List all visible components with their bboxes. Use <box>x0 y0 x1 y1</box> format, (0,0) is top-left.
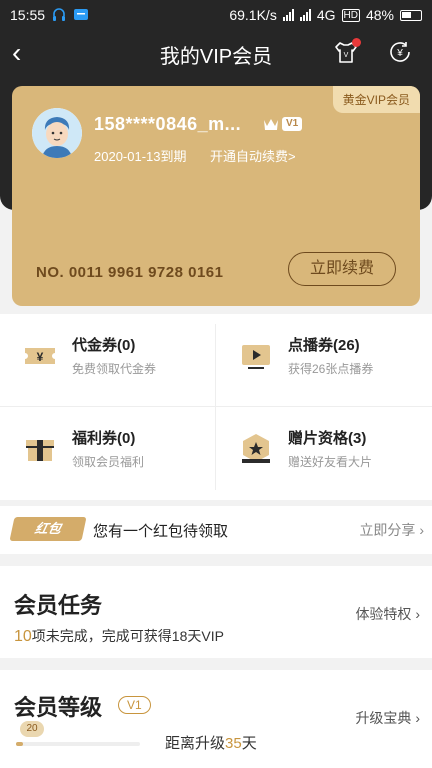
level-progress-fill <box>16 742 24 746</box>
gift-movie-icon <box>242 434 270 463</box>
distance-days: 35 <box>225 735 242 752</box>
benefits-grid: ¥ 代金券(0) 免费领取代金券 点播券(26) 获得26张点播券 福利券(0)… <box>0 314 432 500</box>
renew-button[interactable]: 立即续费 <box>288 252 396 286</box>
red-packet-tag: 红包 <box>9 517 87 541</box>
share-label: 立即分享 <box>359 522 416 538</box>
tasks-subtitle: 10项未完成，完成可获得18天VIP <box>14 626 224 646</box>
svg-text:V: V <box>344 52 349 59</box>
signal-icon <box>299 9 311 21</box>
benefit-title: 代金券(0) <box>72 337 136 354</box>
benefit-subtitle: 赠送好友看大片 <box>288 455 373 469</box>
level-tag: V1 <box>118 696 151 714</box>
voucher-icon: ¥ <box>25 348 55 364</box>
yuan-refresh-icon[interactable]: ¥ <box>386 38 414 66</box>
tasks-count: 10 <box>14 628 32 645</box>
level-label: V1 <box>282 117 303 131</box>
network-type: 4G <box>316 7 336 23</box>
hd-badge: HD <box>341 8 360 22</box>
card-number: NO. 0011 9961 9728 0161 <box>36 264 224 281</box>
benefit-welfare[interactable]: 福利券(0) 领取会员福利 <box>0 407 216 500</box>
level-progress-bar <box>16 742 140 746</box>
username: 158****0846_m... <box>94 114 242 134</box>
crown-hand-icon <box>264 119 278 130</box>
upgrade-guide-link[interactable]: 升级宝典 › <box>355 708 420 728</box>
avatar[interactable] <box>32 108 82 158</box>
benefit-title: 点播券(26) <box>288 337 360 354</box>
benefit-subtitle: 领取会员福利 <box>72 455 145 469</box>
chevron-right-icon: › <box>419 522 424 538</box>
vip-badge: 黄金VIP会员 <box>332 86 420 113</box>
benefit-gift-movie[interactable]: 赠片资格(3) 赠送好友看大片 <box>216 407 432 500</box>
battery-icon <box>400 9 422 21</box>
gift-box-icon <box>26 440 54 461</box>
member-tasks-section: 会员任务 10项未完成，完成可获得18天VIP 体验特权 › <box>0 566 432 658</box>
auto-renew-link[interactable]: 开通自动续费> <box>210 146 296 165</box>
chevron-right-icon: › <box>415 606 420 622</box>
share-link[interactable]: 立即分享 › <box>359 520 424 540</box>
vip-card: 黄金VIP会员 158****0846_m... V1 2020-01-13到期… <box>12 86 420 306</box>
benefit-title: 福利券(0) <box>72 430 136 447</box>
vip-level-tag: V1 <box>262 116 303 132</box>
benefit-voucher[interactable]: ¥ 代金券(0) 免费领取代金券 <box>0 314 216 407</box>
play-ticket-icon <box>242 345 270 369</box>
upgrade-distance: 距离升级35天 <box>165 732 257 753</box>
experience-label: 体验特权 <box>355 606 412 622</box>
experience-privilege-link[interactable]: 体验特权 › <box>355 604 420 624</box>
nav-bar: ‹ 我的VIP会员 V ¥ <box>0 30 432 78</box>
benefit-subtitle: 获得26张点播券 <box>288 362 374 376</box>
headset-icon <box>53 8 66 21</box>
status-bar: 15:55 69.1K/s 4G HD 48% <box>0 0 432 30</box>
battery-percent: 48% <box>365 7 394 23</box>
expire-date: 2020-01-13到期 <box>94 149 187 164</box>
member-level-section: 会员等级 V1 升级宝典 › 20 距离升级35天 <box>0 670 432 768</box>
red-packet-text: 您有一个红包待领取 <box>93 523 229 540</box>
tasks-desc: 项未完成，完成可获得18天VIP <box>31 628 224 644</box>
tasks-title: 会员任务 <box>14 593 103 618</box>
benefit-play-ticket[interactable]: 点播券(26) 获得26张点播券 <box>216 314 432 407</box>
grid-divider <box>0 406 432 407</box>
benefit-subtitle: 免费领取代金券 <box>72 362 157 376</box>
benefit-title: 赠片资格(3) <box>288 430 367 447</box>
chevron-right-icon: › <box>415 710 420 726</box>
upgrade-label: 升级宝典 <box>355 710 412 726</box>
signal-icon <box>282 9 294 21</box>
svg-text:¥: ¥ <box>396 48 403 59</box>
svg-text:¥: ¥ <box>37 350 44 364</box>
network-speed: 69.1K/s <box>229 7 277 23</box>
level-title: 会员等级 <box>14 695 103 720</box>
distance-prefix: 距离升级 <box>165 735 226 752</box>
status-time: 15:55 <box>10 7 46 23</box>
distance-suffix: 天 <box>241 735 257 752</box>
points-bubble: 20 <box>20 721 44 737</box>
page-title: 我的VIP会员 <box>159 46 273 68</box>
grid-divider <box>215 324 216 490</box>
red-packet-row[interactable]: 红包 您有一个红包待领取 立即分享 › <box>0 506 432 554</box>
notification-dot <box>352 38 361 47</box>
message-icon <box>74 9 89 20</box>
